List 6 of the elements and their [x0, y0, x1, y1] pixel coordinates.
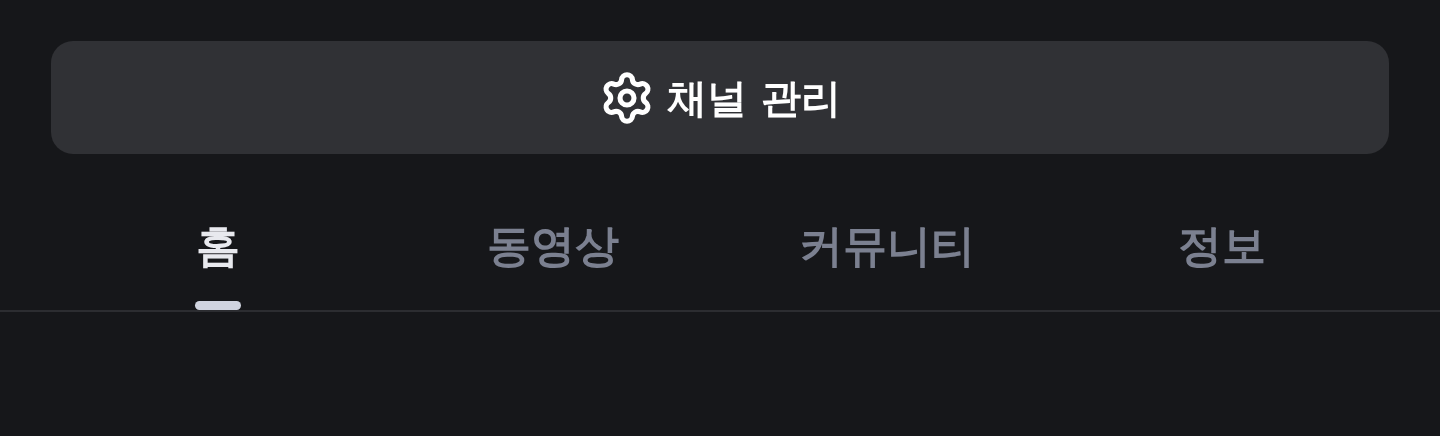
tab[interactable]: 커뮤니티	[720, 200, 1055, 310]
tab[interactable]: 정보	[1054, 200, 1389, 310]
tab-underline	[195, 301, 242, 310]
tab[interactable]: 동영상	[385, 200, 720, 310]
manage-channel-button[interactable]: 채널 관리	[51, 41, 1389, 154]
tab[interactable]: 홈	[51, 200, 386, 310]
